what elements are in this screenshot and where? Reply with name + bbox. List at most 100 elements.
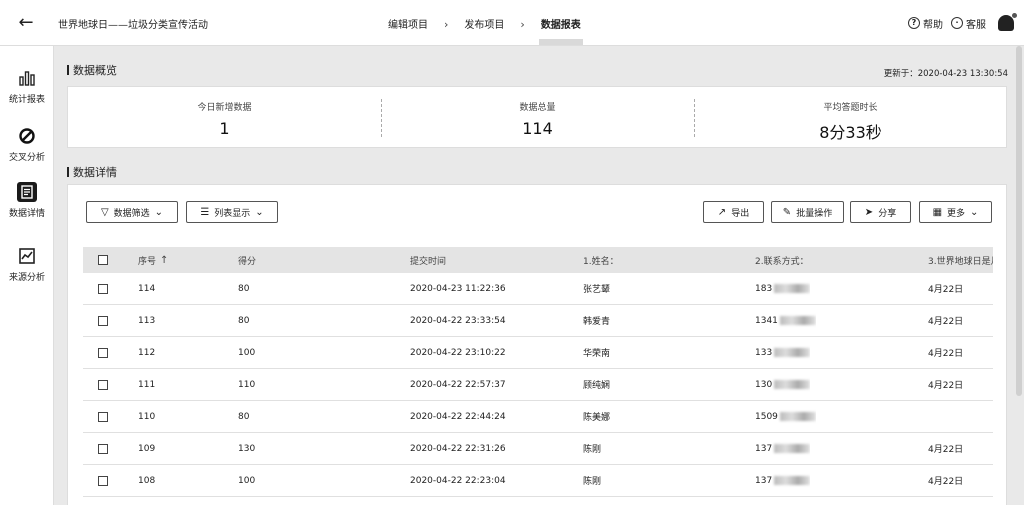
sort-up-arrow-icon[interactable]: ↑	[160, 255, 168, 266]
row-checkbox[interactable]	[98, 284, 108, 294]
cell-name: 陈刚	[583, 445, 602, 455]
redacted-blur	[774, 444, 811, 453]
chevron-right-icon: ›	[444, 18, 449, 31]
step-data-report[interactable]: 数据报表	[538, 16, 583, 45]
back-arrow-icon[interactable]: ←	[14, 12, 38, 34]
sidebar-item-cross-analysis[interactable]: 交叉分析	[0, 126, 54, 163]
batch-operation-button[interactable]: ✎ 批量操作	[771, 201, 844, 223]
cell-name: 张艺颦	[583, 285, 611, 295]
cell-name: 顾纯娴	[583, 381, 611, 391]
sidebar-item-source-analysis[interactable]: 来源分析	[0, 246, 54, 283]
cell-time: 2020-04-23 11:22:36	[410, 283, 506, 294]
table-row[interactable]: 108 100 2020-04-22 22:23:04 陈刚 137 4月22日	[83, 465, 993, 497]
share-button[interactable]: ➤ 分享	[850, 201, 911, 223]
redacted-blur	[774, 380, 811, 389]
sidebar: 统计报表 交叉分析 数据详情 来源分析	[0, 46, 54, 505]
bar-chart-icon	[19, 71, 35, 86]
cell-time: 2020-04-22 22:31:26	[410, 443, 506, 454]
stat-label: 平均答题时长	[823, 103, 878, 113]
list-display-button[interactable]: ☰ 列表显示 ⌄	[186, 201, 278, 223]
cell-score: 110	[238, 379, 256, 390]
notification-bell-icon[interactable]	[998, 13, 1017, 31]
sidebar-item-label: 来源分析	[8, 273, 45, 283]
row-checkbox[interactable]	[98, 316, 108, 326]
cell-score: 80	[238, 283, 250, 294]
table-header: 序号 ↑ 得分 提交时间 1.姓名： 2.联系方式： 3.世界地球日是月	[83, 247, 993, 273]
cell-score: 100	[238, 475, 256, 486]
detail-title: 数据详情	[67, 164, 117, 180]
table-row[interactable]: 109 130 2020-04-22 22:31:26 陈刚 137 4月22日	[83, 433, 993, 465]
more-button[interactable]: ▦ 更多 ⌄	[919, 201, 992, 223]
cell-id: 111	[138, 379, 156, 390]
batch-label: 批量操作	[796, 208, 833, 219]
filter-button[interactable]: ▽ 数据筛选 ⌄	[86, 201, 178, 223]
column-header-earth-day: 3.世界地球日是月	[928, 256, 993, 267]
row-checkbox[interactable]	[98, 444, 108, 454]
cell-id: 112	[138, 347, 156, 358]
chevron-down-icon: ⌄	[970, 206, 979, 218]
cell-id: 109	[138, 443, 156, 454]
sidebar-item-label: 数据详情	[8, 209, 45, 219]
detail-panel: ▽ 数据筛选 ⌄ ☰ 列表显示 ⌄ ↗ 导出 ✎ 批量操作 ➤ 分享 ▦ 更多 …	[67, 184, 1007, 505]
chat-icon: ·	[951, 17, 963, 29]
stat-value: 114	[522, 119, 553, 138]
cell-time: 2020-04-22 22:23:04	[410, 475, 506, 486]
row-checkbox[interactable]	[98, 412, 108, 422]
cell-phone: 1509	[755, 401, 816, 432]
select-all-checkbox[interactable]	[98, 255, 108, 265]
cell-phone: 137	[755, 433, 811, 464]
help-button[interactable]: ? 帮助	[908, 16, 943, 31]
table-row[interactable]: 111 110 2020-04-22 22:57:37 顾纯娴 130 4月22日	[83, 369, 993, 401]
table-row[interactable]: 110 80 2020-04-22 22:44:24 陈美娜 1509	[83, 401, 993, 433]
table-row[interactable]: 112 100 2020-04-22 23:10:22 华荣南 133 4月22日	[83, 337, 993, 369]
filter-label: 数据筛选	[113, 208, 150, 219]
sidebar-item-data-detail[interactable]: 数据详情	[0, 182, 54, 219]
service-button[interactable]: · 客服	[951, 16, 986, 31]
column-header-score: 得分	[238, 256, 257, 267]
stat-total: 数据总量 114	[381, 87, 694, 149]
table-row[interactable]: 113 80 2020-04-22 23:33:54 韩爱青 1341 4月22日	[83, 305, 993, 337]
cell-phone: 183	[755, 273, 811, 304]
sidebar-item-label: 交叉分析	[8, 153, 45, 163]
edit-icon: ✎	[782, 206, 792, 218]
sidebar-item-statistics[interactable]: 统计报表	[0, 68, 54, 105]
column-header-contact: 2.联系方式：	[755, 256, 809, 267]
service-label: 客服	[966, 19, 986, 31]
cell-time: 2020-04-22 23:10:22	[410, 347, 506, 358]
row-checkbox[interactable]	[98, 380, 108, 390]
chevron-right-icon: ›	[520, 18, 525, 31]
redacted-blur	[774, 284, 811, 293]
cell-date: 4月22日	[928, 477, 964, 487]
column-header-submit-time: 提交时间	[410, 256, 447, 267]
step-edit-project[interactable]: 编辑项目	[388, 16, 428, 31]
sidebar-item-label: 统计报表	[8, 95, 45, 105]
stat-label: 今日新增数据	[197, 103, 252, 113]
cell-time: 2020-04-22 22:44:24	[410, 411, 506, 422]
updated-time: 更新于：2020-04-23 13:30:54	[883, 69, 1008, 79]
redacted-blur	[774, 348, 811, 357]
row-checkbox[interactable]	[98, 476, 108, 486]
list-icon: ☰	[200, 206, 210, 218]
document-icon	[17, 182, 37, 202]
cell-name: 陈刚	[583, 477, 602, 487]
step-publish-project[interactable]: 发布项目	[464, 16, 504, 31]
redacted-blur	[779, 316, 816, 325]
cell-date: 4月22日	[928, 445, 964, 455]
column-header-id[interactable]: 序号 ↑	[138, 247, 168, 273]
step-navigation: 编辑项目 › 发布项目 › 数据报表	[388, 16, 583, 45]
stat-avg-duration: 平均答题时长 8分33秒	[694, 87, 1007, 149]
project-title: 世界地球日——垃圾分类宣传活动	[58, 20, 208, 31]
cell-phone: 130	[755, 369, 811, 400]
list-display-label: 列表显示	[214, 208, 251, 219]
filter-icon: ▽	[100, 206, 109, 218]
export-button[interactable]: ↗ 导出	[703, 201, 764, 223]
help-icon: ?	[908, 17, 920, 29]
page-scrollbar[interactable]	[1016, 46, 1022, 396]
cell-id: 108	[138, 475, 156, 486]
chevron-down-icon: ⌄	[154, 206, 164, 218]
help-label: 帮助	[923, 19, 943, 31]
stat-value: 1	[219, 119, 230, 138]
cell-score: 80	[238, 315, 250, 326]
table-row[interactable]: 114 80 2020-04-23 11:22:36 张艺颦 183 4月22日	[83, 273, 993, 305]
row-checkbox[interactable]	[98, 348, 108, 358]
